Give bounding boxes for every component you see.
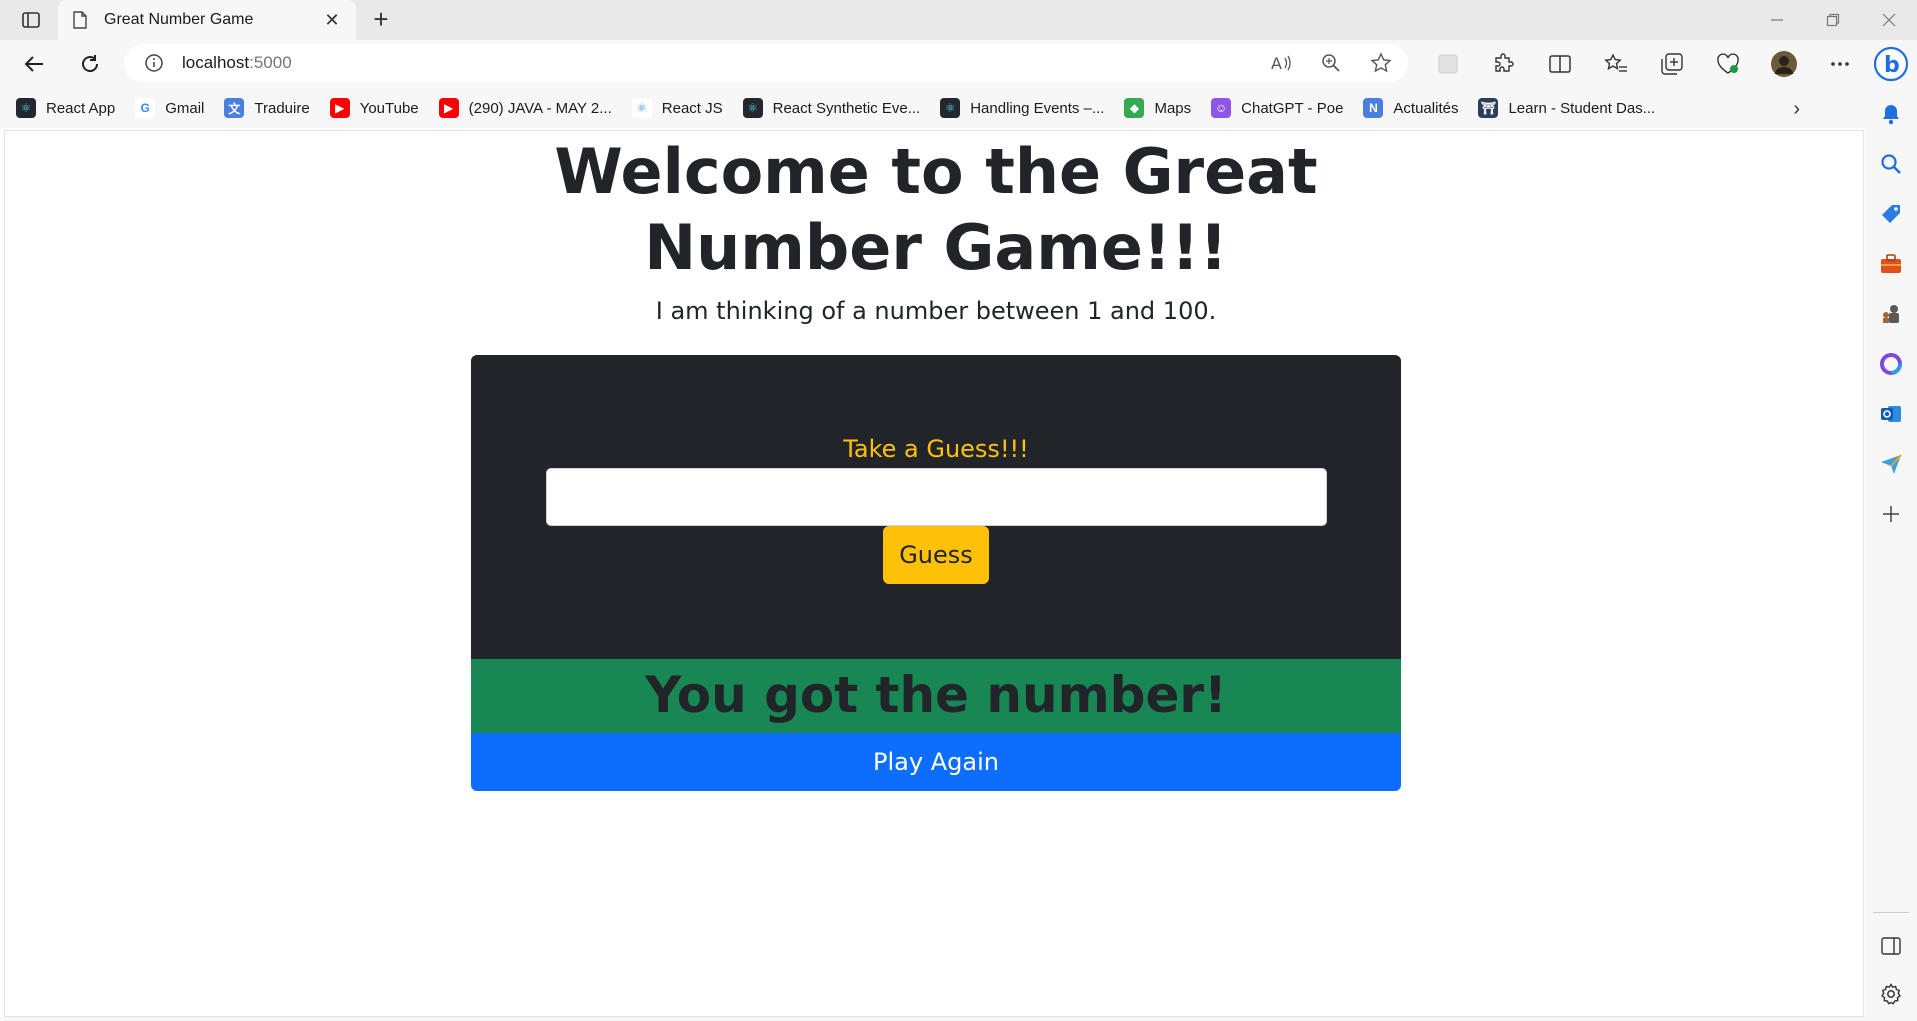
outlook-icon[interactable] <box>1877 400 1905 428</box>
extension-placeholder-icon[interactable] <box>1420 48 1476 80</box>
bookmark-label: React Synthetic Eve... <box>772 99 921 117</box>
bookmark-item[interactable]: ◆ Maps <box>1124 98 1191 118</box>
bookmarks-more-chevron-icon[interactable]: › <box>1793 98 1800 121</box>
svg-text:b: b <box>1884 53 1900 78</box>
browser-toolbar: localhost:5000 A <box>0 40 1917 88</box>
tab-title: Great Number Game <box>104 11 254 28</box>
bookmark-label: Maps <box>1154 99 1192 117</box>
search-icon[interactable] <box>1877 150 1905 178</box>
react-icon: ⚛ <box>742 98 763 118</box>
bookmark-label: ChatGPT - Poe <box>1241 99 1344 117</box>
google-icon: G <box>135 98 156 118</box>
split-screen-icon[interactable] <box>1532 48 1588 80</box>
svg-text:A: A <box>1271 54 1282 72</box>
microsoft-365-icon[interactable] <box>1877 350 1905 378</box>
bookmark-label: (290) JAVA - MAY 2... <box>468 99 612 117</box>
restore-icon[interactable] <box>1805 0 1861 40</box>
bookmark-label: Actualités <box>1393 99 1459 117</box>
page-icon <box>73 11 87 29</box>
tools-briefcase-icon[interactable] <box>1877 250 1905 278</box>
page-title: Welcome to the Great Number Game!!! <box>554 135 1318 284</box>
bookmark-item[interactable]: ⚛ React JS <box>631 98 723 118</box>
sidebar-settings-gear-icon[interactable] <box>1877 980 1905 1008</box>
bookmark-label: Handling Events –... <box>970 99 1105 117</box>
url-port: :5000 <box>249 53 292 72</box>
bookmark-item[interactable]: ☺ ChatGPT - Poe <box>1211 98 1343 118</box>
new-tab-icon[interactable]: + <box>366 6 396 34</box>
bookmark-item[interactable]: ▶ (290) JAVA - MAY 2... <box>438 98 612 118</box>
browser-titlebar: Great Number Game ✕ + <box>0 0 1917 40</box>
react-icon: ⚛ <box>631 98 652 118</box>
youtube-icon: ▶ <box>438 98 459 118</box>
bookmark-item[interactable]: ⚛ React App <box>16 98 115 118</box>
bookmark-item[interactable]: ▶ YouTube <box>329 98 419 118</box>
shopping-tag-icon[interactable] <box>1877 200 1905 228</box>
react-icon: ⚛ <box>16 98 36 118</box>
bookmark-item[interactable]: N Actualités <box>1363 98 1458 118</box>
more-menu-icon[interactable] <box>1812 48 1868 80</box>
bookmark-label: YouTube <box>359 99 419 117</box>
window-bottom-edge <box>0 1017 1917 1021</box>
add-sidebar-app-icon[interactable] <box>1877 500 1905 528</box>
bookmark-item[interactable]: ⚛ React Synthetic Eve... <box>742 98 921 118</box>
result-banner: You got the number! <box>471 659 1401 733</box>
sidebar-divider <box>1873 912 1909 913</box>
extensions-puzzle-icon[interactable] <box>1476 48 1532 80</box>
url-host: localhost <box>182 53 250 72</box>
site-info-icon[interactable] <box>144 53 164 73</box>
collections-icon[interactable] <box>1644 48 1700 80</box>
bookmark-label: React JS <box>661 99 723 117</box>
play-again-button[interactable]: Play Again <box>471 733 1401 791</box>
poe-icon: ☺ <box>1211 98 1232 118</box>
guess-label: Take a Guess!!! <box>843 435 1029 463</box>
translate-icon: 文 <box>224 98 245 118</box>
bookmark-item[interactable]: ⛩ Learn - Student Das... <box>1478 98 1655 118</box>
learn-icon: ⛩ <box>1478 98 1499 118</box>
youtube-icon: ▶ <box>329 98 350 118</box>
tab-close-icon[interactable]: ✕ <box>322 10 342 31</box>
guess-input[interactable] <box>546 468 1327 526</box>
zoom-icon[interactable] <box>1314 50 1348 76</box>
edge-sidebar: b <box>1865 40 1917 1021</box>
news-icon: N <box>1363 98 1384 118</box>
browser-essentials-icon[interactable] <box>1700 48 1756 80</box>
drop-send-icon[interactable] <box>1877 450 1905 478</box>
bing-copilot-icon[interactable]: b <box>1873 46 1909 82</box>
close-window-icon[interactable] <box>1861 0 1917 40</box>
tab-actions-icon[interactable] <box>14 8 48 32</box>
refresh-icon[interactable] <box>74 50 106 78</box>
read-aloud-icon[interactable]: A <box>1264 50 1298 76</box>
profile-avatar[interactable] <box>1756 48 1812 80</box>
page-viewport: Welcome to the Great Number Game!!! I am… <box>4 130 1864 1017</box>
bookmark-label: Gmail <box>165 99 205 117</box>
guess-form-card: Take a Guess!!! Guess <box>471 355 1401 659</box>
react-icon: ⚛ <box>940 98 961 118</box>
bookmark-item[interactable]: G Gmail <box>135 98 204 118</box>
bookmark-item[interactable]: 文 Traduire <box>224 98 310 118</box>
maps-icon: ◆ <box>1124 98 1145 118</box>
address-bar[interactable]: localhost:5000 A <box>124 44 1408 82</box>
bookmark-label: React App <box>46 99 116 117</box>
browser-tab-active[interactable]: Great Number Game ✕ <box>58 0 356 40</box>
page-subtitle: I am thinking of a number between 1 and … <box>655 297 1217 325</box>
bookmark-label: Traduire <box>254 99 310 117</box>
bookmark-item[interactable]: ⚛ Handling Events –... <box>940 98 1104 118</box>
bookmark-label: Learn - Student Das... <box>1508 99 1656 117</box>
back-arrow-icon[interactable] <box>18 50 50 78</box>
favorites-icon[interactable] <box>1588 48 1644 80</box>
games-icon[interactable] <box>1877 300 1905 328</box>
guess-button[interactable]: Guess <box>883 526 989 584</box>
hide-sidebar-icon[interactable] <box>1877 932 1905 960</box>
bookmarks-bar: ⚛ React App G Gmail 文 Traduire ▶ YouTube ▶ (290) … <box>0 88 1870 128</box>
notifications-bell-icon[interactable] <box>1877 100 1905 128</box>
favorite-star-icon[interactable] <box>1364 50 1398 76</box>
minimize-icon[interactable] <box>1749 0 1805 40</box>
